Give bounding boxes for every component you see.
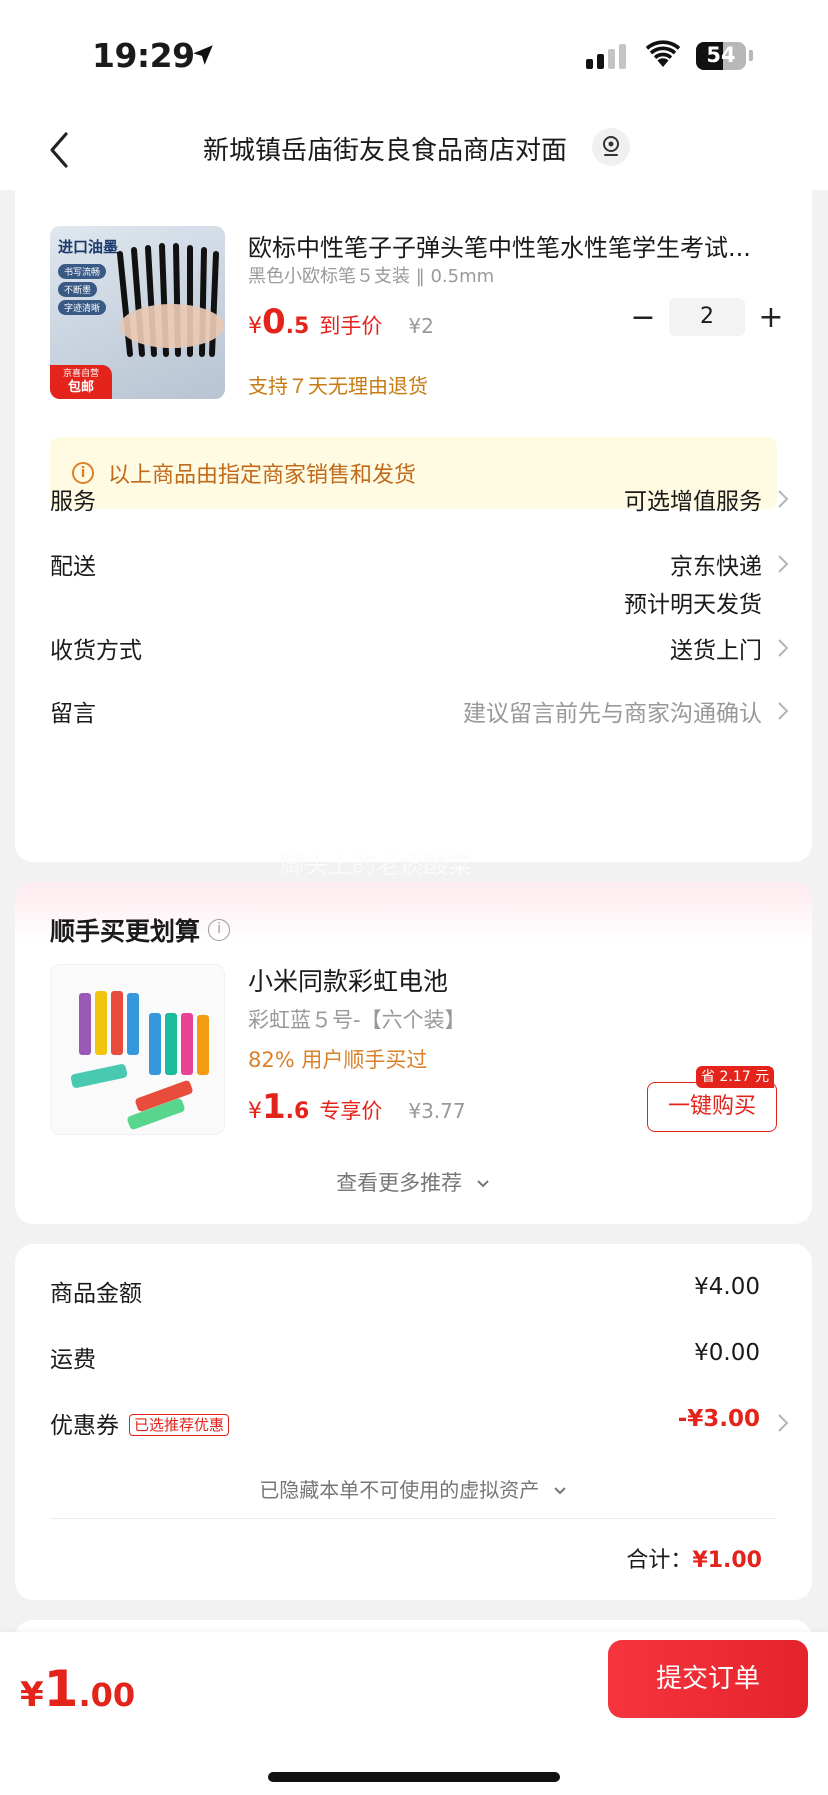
product-tag: 京喜自营 包邮: [50, 365, 112, 399]
order-product-card: 进口油墨 书写流畅 不断墨 字迹清晰 京喜自营 包邮 欧标中性笔子子弹头笔中性笔…: [15, 190, 812, 862]
quantity-stepper: − 2 +: [625, 298, 789, 336]
chevron-right-icon: [778, 490, 789, 508]
info-icon: i: [72, 462, 94, 484]
pens-illustration: [117, 243, 224, 357]
battery-icon: 54: [696, 42, 746, 70]
info-icon[interactable]: i: [208, 919, 231, 941]
submit-order-button[interactable]: 提交订单: [608, 1640, 808, 1718]
address-header: 新城镇岳庙街友良食品商店对面: [0, 110, 828, 190]
recommend-card: 顺手买更划算 i 小米同款彩虹电池 彩虹蓝５号-【六个装】 82% 用户顺手买过…: [15, 882, 812, 1224]
status-bar: 19:29 54: [0, 0, 828, 110]
product-title[interactable]: 欧标中性笔子子弹头笔中性笔水性笔学生考试...: [248, 228, 788, 263]
recommend-bought-ratio: 82% 用户顺手买过: [248, 1048, 428, 1072]
chevron-right-icon: [778, 555, 789, 573]
status-time: 19:29: [92, 36, 195, 75]
recommend-title: 顺手买更划算 i: [50, 912, 231, 948]
increase-button[interactable]: +: [753, 300, 789, 335]
payable-amount: ¥ 1 .00: [20, 1660, 136, 1718]
chevron-right-icon: [778, 702, 789, 720]
product-spec: 黑色小欧标笔５支装 ‖ 0.5mm: [248, 266, 495, 287]
product-image[interactable]: 进口油墨 书写流畅 不断墨 字迹清晰 京喜自营 包邮: [50, 226, 225, 399]
chevron-right-icon: [778, 1414, 789, 1432]
order-total: 合计：¥1.00: [626, 1548, 762, 1573]
recommend-item-title[interactable]: 小米同款彩虹电池: [248, 962, 448, 998]
coupon-row[interactable]: 优惠券 已选推荐优惠 -¥3.00: [50, 1406, 790, 1440]
decrease-button[interactable]: −: [625, 300, 661, 335]
product-original-price: ¥2: [408, 314, 434, 338]
delivery-address[interactable]: 新城镇岳庙街友良食品商店对面: [0, 130, 770, 167]
battery-product-image[interactable]: [50, 964, 225, 1135]
chevron-down-icon: [477, 1180, 489, 1188]
one-click-buy-button[interactable]: 一键购买: [647, 1082, 777, 1132]
location-pin-icon: [603, 136, 619, 156]
chevron-down-icon: [553, 1487, 566, 1495]
chevron-right-icon: [778, 639, 789, 657]
quantity-value[interactable]: 2: [669, 298, 745, 336]
home-indicator: [268, 1772, 560, 1782]
hidden-assets-toggle[interactable]: 已隐藏本单不可使用的虚拟资产: [15, 1474, 812, 1503]
service-row[interactable]: 服务 可选增值服务: [50, 482, 790, 516]
message-input[interactable]: 建议留言前先与商家沟通确认: [463, 694, 762, 728]
savings-badge: 省 2.17 元: [696, 1066, 775, 1088]
shipping-row: 运费 ¥0.00: [50, 1340, 760, 1373]
watermark: 脚头上的老痰酸菜: [280, 851, 472, 879]
product-price: ¥ 0 .5 到手价 ¥2: [248, 302, 434, 342]
recommend-item-spec: 彩虹蓝５号-【六个装】: [248, 1008, 466, 1032]
cellular-signal-icon: [586, 44, 626, 69]
checkout-bar: ¥ 1 .00 提交订单: [0, 1632, 828, 1795]
location-pin-button[interactable]: [592, 128, 630, 166]
location-arrow-icon: [193, 45, 213, 65]
price-summary-card: 商品金额 ¥4.00 运费 ¥0.00 优惠券 已选推荐优惠 -¥3.00 已隐藏…: [15, 1244, 812, 1600]
delivery-row[interactable]: 配送 京东快递 预计明天发货: [50, 547, 790, 618]
return-policy: 支持７天无理由退货: [248, 374, 428, 398]
coupon-badge: 已选推荐优惠: [129, 1414, 230, 1436]
receive-method-row[interactable]: 收货方式 送货上门: [50, 631, 790, 665]
view-more-recommend[interactable]: 查看更多推荐: [15, 1167, 812, 1197]
divider: [50, 1518, 777, 1519]
goods-amount-row: 商品金额 ¥4.00: [50, 1274, 760, 1307]
batteries-illustration: [70, 991, 209, 1130]
message-row[interactable]: 留言 建议留言前先与商家沟通确认: [50, 694, 790, 728]
recommend-price: ¥ 1 .6 专享价 ¥3.77: [248, 1087, 466, 1127]
wifi-icon: [645, 40, 681, 67]
